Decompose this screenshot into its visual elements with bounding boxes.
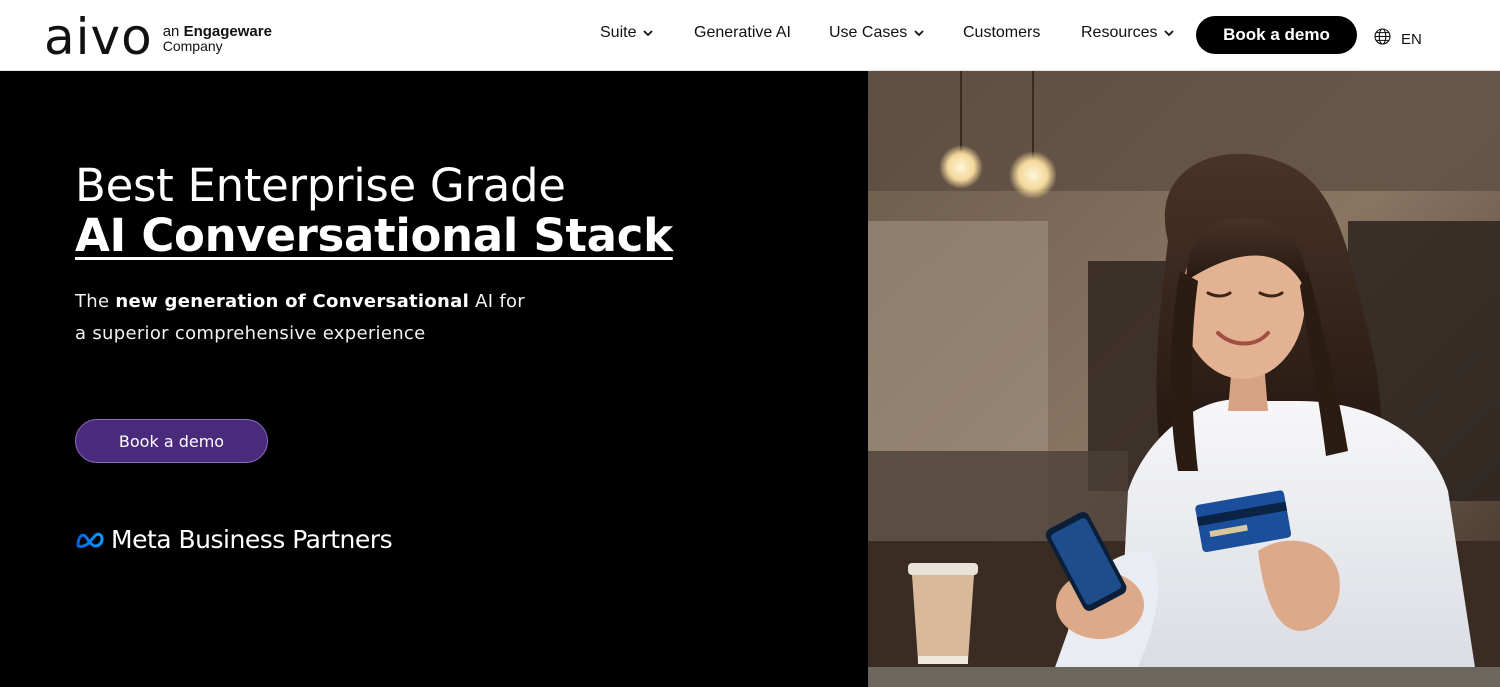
book-demo-header-button[interactable]: Book a demo [1196, 16, 1357, 54]
hero-subtitle: The new generation of Conversational AI … [75, 286, 535, 350]
hero-photo-woman-paying [868, 71, 1500, 687]
meta-badge-label: Meta Business Partners [111, 525, 393, 554]
chevron-down-icon [914, 30, 924, 37]
meta-logo-icon [76, 532, 104, 548]
logo-subtitle: an Engageware Company [163, 24, 272, 54]
nav-item-resources[interactable]: Resources [1081, 24, 1175, 42]
meta-business-partners-badge: Meta Business Partners [75, 525, 393, 554]
hero-subtitle-bold: new generation of Conversational [115, 291, 470, 312]
language-label: EN [1401, 31, 1422, 48]
site-header: aivo an Engageware Company Suite Generat… [0, 0, 1500, 71]
nav-item-label: Resources [1081, 24, 1158, 41]
globe-icon [1374, 28, 1391, 45]
hero-photo-illustration [868, 71, 1500, 687]
logo-sub-line2: Company [162, 38, 223, 54]
hero-title-line2: AI Conversational Stack [75, 209, 673, 262]
nav-item-generative-ai[interactable]: Generative AI [694, 24, 791, 42]
nav-item-use-cases[interactable]: Use Cases [829, 24, 925, 42]
logo-wordmark: aivo [44, 8, 153, 66]
nav-item-suite[interactable]: Suite [600, 24, 654, 42]
aivo-logo[interactable]: aivo an Engageware Company [44, 12, 272, 62]
chevron-down-icon [1164, 30, 1175, 37]
hero-section: Best Enterprise Grade AI Conversational … [0, 71, 868, 687]
chevron-down-icon [643, 30, 654, 37]
nav-item-customers[interactable]: Customers [963, 24, 1040, 42]
nav-item-label: Customers [963, 24, 1041, 41]
language-selector[interactable]: EN [1374, 25, 1422, 48]
hero-title-line1: Best Enterprise Grade [75, 159, 566, 212]
book-demo-hero-button[interactable]: Book a demo [75, 419, 268, 463]
nav-item-label: Generative AI [694, 24, 791, 41]
nav-item-label: Suite [600, 24, 637, 41]
hero-title: Best Enterprise Grade AI Conversational … [75, 161, 673, 261]
hero-subtitle-part1: The [75, 291, 116, 312]
nav-item-label: Use Cases [829, 24, 908, 41]
